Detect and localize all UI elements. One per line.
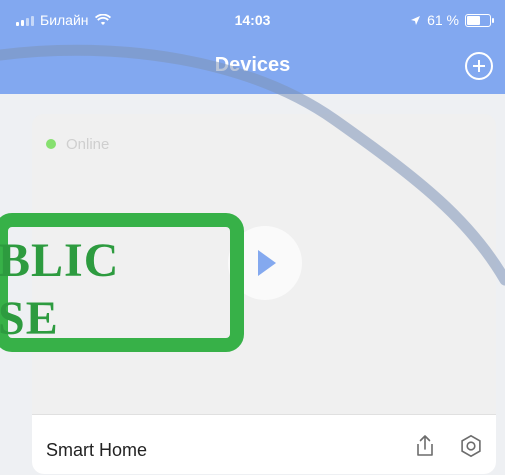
battery-fill bbox=[467, 15, 480, 25]
page-title: Devices bbox=[214, 54, 291, 76]
share-icon[interactable] bbox=[412, 433, 438, 459]
online-status-icon bbox=[46, 139, 56, 149]
settings-icon[interactable] bbox=[458, 433, 484, 459]
status-bar: Билайн 14:03 61 % bbox=[0, 0, 505, 40]
device-footer: Smart Home bbox=[32, 414, 496, 474]
battery-percent: 61 % bbox=[427, 12, 459, 28]
device-name: Smart Home bbox=[46, 440, 148, 460]
battery-icon bbox=[465, 13, 494, 27]
top-bar: Билайн 14:03 61 % Devices bbox=[0, 0, 505, 94]
public-use-stamp: BLIC SE bbox=[0, 213, 244, 352]
add-device-button[interactable] bbox=[465, 52, 493, 80]
battery-group: 61 % bbox=[410, 12, 494, 28]
location-arrow-icon bbox=[411, 15, 421, 25]
stamp-line-1: BLIC bbox=[0, 234, 120, 287]
stamp-line-2: SE bbox=[0, 292, 59, 345]
device-status: Online bbox=[66, 136, 110, 153]
